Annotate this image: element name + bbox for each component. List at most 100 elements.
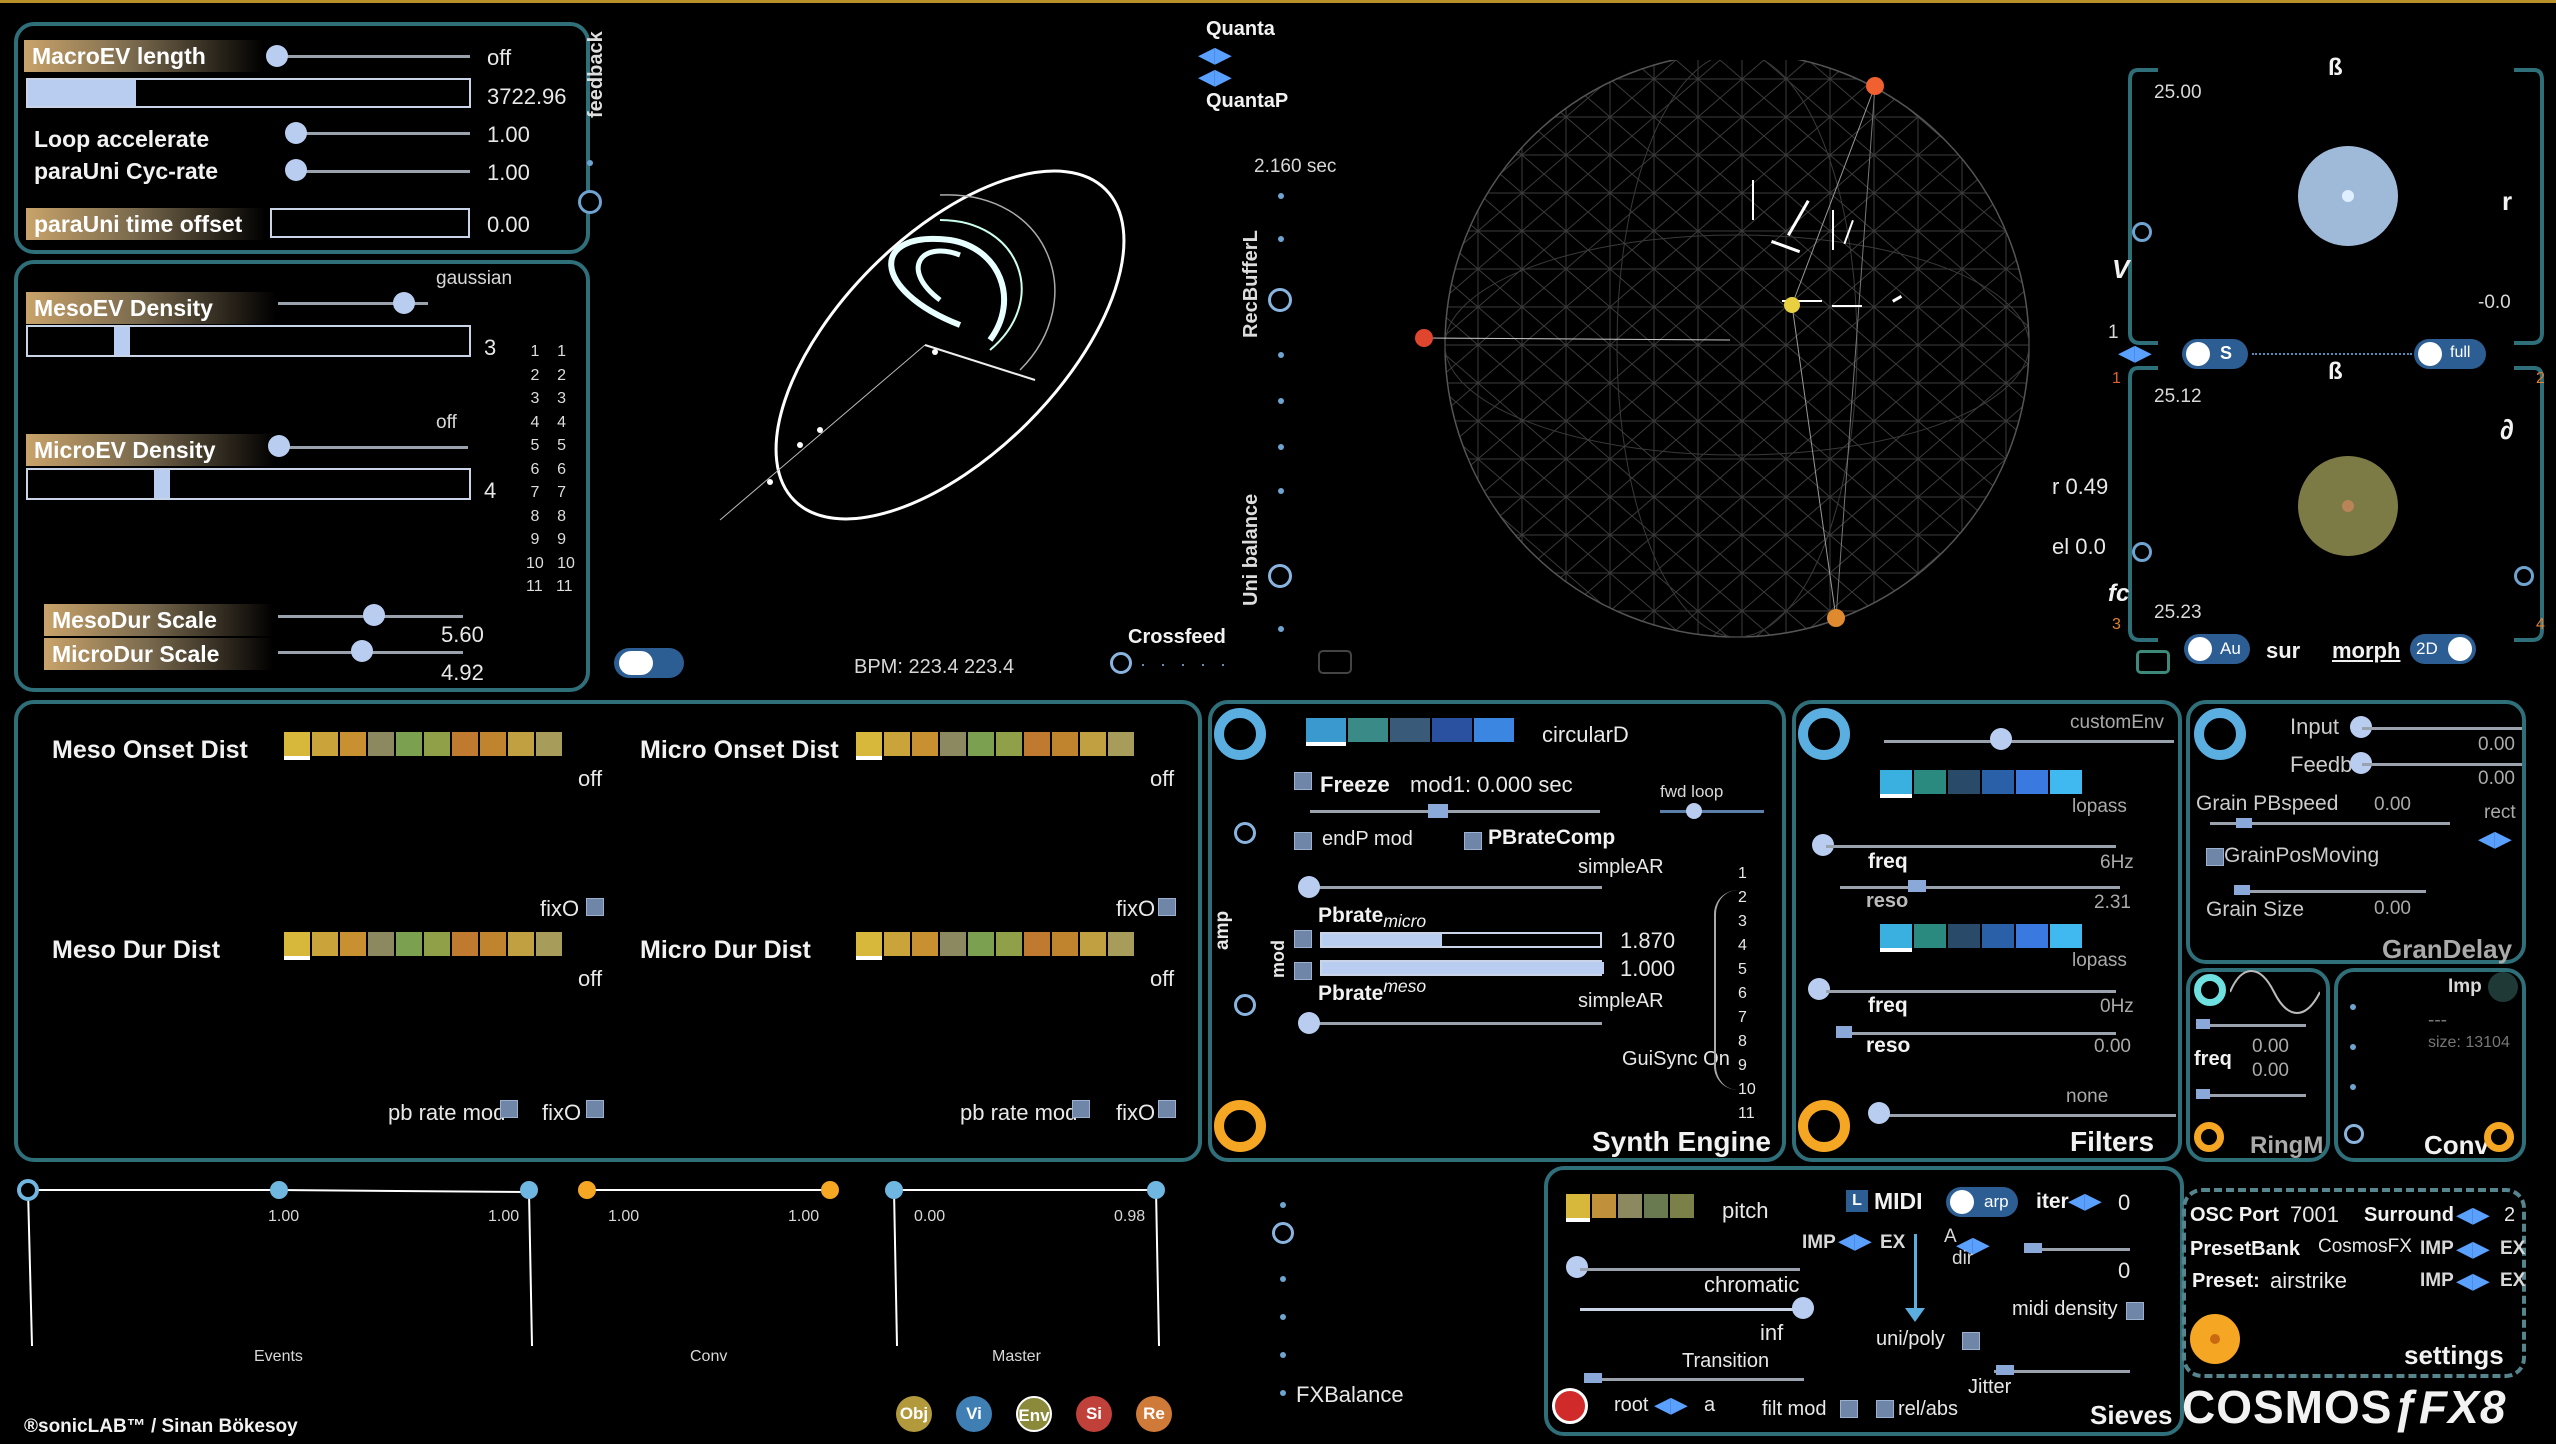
swatch-cell[interactable] (884, 932, 910, 956)
microev-density-track[interactable] (278, 446, 468, 449)
swatch-cell[interactable] (368, 932, 394, 956)
swatch-cell[interactable] (2016, 924, 2048, 948)
swatch-cell[interactable] (1948, 770, 1980, 794)
quantap-arrows[interactable]: ◀▶ (1198, 64, 1232, 90)
vi-button[interactable]: Vi (956, 1396, 992, 1432)
ringm-track-1[interactable] (2196, 1024, 2306, 1027)
env-button[interactable]: Env (1016, 1396, 1052, 1432)
swatch-cell[interactable] (1306, 718, 1346, 746)
meso-fixo-checkbox[interactable] (586, 898, 604, 916)
swatch-cell[interactable] (1052, 732, 1078, 756)
freeze-slider-thumb[interactable] (1428, 804, 1448, 818)
ringm-track-2[interactable] (2196, 1094, 2306, 1097)
swatch-cell[interactable] (1670, 1194, 1694, 1218)
camera-icon[interactable] (1318, 650, 1352, 674)
conv-orange-button[interactable] (2484, 1122, 2514, 1152)
rect-arrows[interactable]: ◀▶ (2478, 826, 2512, 852)
swatch-cell[interactable] (940, 732, 966, 756)
swatch-cell[interactable] (1982, 924, 2014, 948)
endp-checkbox[interactable] (1294, 832, 1312, 850)
pbrate-meso-bar[interactable] (1320, 960, 1604, 976)
xy-right-slider-knob[interactable] (2514, 566, 2534, 586)
crossfeed-knob[interactable] (1110, 652, 1132, 674)
microdur-scale-knob[interactable] (351, 640, 373, 662)
sieve-impex-arrows[interactable]: ◀▶ (1838, 1228, 1872, 1254)
au-toggle[interactable]: Au (2184, 634, 2250, 664)
si-button[interactable]: Si (1076, 1396, 1112, 1432)
swatch-cell[interactable] (452, 932, 478, 956)
swatch-cell[interactable] (1052, 932, 1078, 956)
swatch-cell[interactable] (1914, 924, 1946, 948)
env1-knob[interactable] (1298, 876, 1320, 898)
swatch-cell[interactable] (912, 732, 938, 756)
swatch-cell[interactable] (1024, 732, 1050, 756)
swatch-cell[interactable] (1432, 718, 1472, 742)
swatch-cell[interactable] (2050, 770, 2082, 794)
parauni-cycrate-knob[interactable] (285, 159, 307, 181)
filter-mix-track[interactable] (1876, 1114, 2176, 1117)
env2-track[interactable] (1310, 1022, 1602, 1025)
freeze-slider-track[interactable] (1310, 810, 1600, 813)
swatch-cell[interactable] (2050, 924, 2082, 948)
swatch-cell[interactable] (480, 932, 506, 956)
swatch-cell[interactable] (1108, 732, 1134, 756)
ringm-orange-button[interactable] (2194, 1122, 2224, 1152)
swatch-cell[interactable] (340, 932, 366, 956)
parauni-cycrate-track[interactable] (290, 170, 470, 173)
chromatic-track[interactable] (1580, 1308, 1800, 1311)
swatch-cell[interactable] (1914, 770, 1946, 794)
microev-density-knob[interactable] (268, 435, 290, 457)
envelope-graphs[interactable] (14, 1176, 1184, 1376)
meso-fixo2-checkbox[interactable] (586, 1100, 604, 1118)
microev-density-field[interactable] (26, 468, 471, 500)
filter1-reso-thumb[interactable] (1908, 880, 1926, 892)
swatch-cell[interactable] (1080, 732, 1106, 756)
snapshot-camera-icon[interactable] (2136, 650, 2170, 674)
feedback-knob[interactable] (578, 190, 602, 214)
swatch-cell[interactable] (1108, 932, 1134, 956)
swatch-cell[interactable] (424, 932, 450, 956)
uni-poly-checkbox[interactable] (1962, 1332, 1980, 1350)
swatch-cell[interactable] (312, 732, 338, 756)
settings-orange-button[interactable] (2190, 1314, 2240, 1364)
swatch-cell[interactable] (1474, 718, 1514, 742)
swatch-cell[interactable] (1566, 1194, 1590, 1222)
filter1-track[interactable] (1826, 845, 2116, 848)
swatch-cell[interactable] (2016, 770, 2048, 794)
mesodur-scale-knob[interactable] (363, 604, 385, 626)
macroev-slider-knob[interactable] (266, 45, 288, 67)
midi-l-button[interactable]: L (1846, 1190, 1868, 1212)
customenv-track[interactable] (1884, 740, 2174, 743)
swatch-cell[interactable] (340, 732, 366, 756)
swatch-cell[interactable] (996, 732, 1022, 756)
xy-arrows[interactable]: ◀▶ (2118, 340, 2152, 366)
xy-fc-slider-knob[interactable] (2132, 542, 2152, 562)
ringm-thumb-2[interactable] (2196, 1089, 2210, 1099)
customenv-knob[interactable] (1990, 728, 2012, 750)
record-button[interactable] (1552, 1388, 1588, 1424)
filter2-reso-thumb[interactable] (1836, 1026, 1852, 1038)
dir-thumb[interactable] (2024, 1243, 2042, 1253)
micro-fixo2-checkbox[interactable] (1158, 1100, 1176, 1118)
micro-pbrate-checkbox[interactable] (1072, 1100, 1090, 1118)
freeze-checkbox[interactable] (1294, 772, 1312, 790)
ringm-ring-button[interactable] (2194, 974, 2226, 1006)
swatch-cell[interactable] (284, 932, 310, 960)
grandelay-ring-button[interactable] (2194, 708, 2246, 760)
root-arrows[interactable]: ◀▶ (1654, 1392, 1688, 1418)
meso-pbrate-checkbox[interactable] (500, 1100, 518, 1118)
fwd-loop-knob[interactable] (1686, 803, 1702, 819)
swatch-cell[interactable] (1618, 1194, 1642, 1218)
swatch-cell[interactable] (996, 932, 1022, 956)
swatch-cell[interactable] (884, 732, 910, 756)
fxbalance-knob-top[interactable] (1272, 1222, 1294, 1244)
swatch-cell[interactable] (856, 732, 882, 760)
swatch-cell[interactable] (1024, 932, 1050, 956)
swatch-cell[interactable] (1080, 932, 1106, 956)
presetbank-arrows[interactable]: ◀▶ (2456, 1236, 2490, 1262)
swatch-cell[interactable] (480, 732, 506, 756)
swatch-cell[interactable] (1390, 718, 1430, 742)
mesoev-density-knob[interactable] (393, 292, 415, 314)
twod-toggle[interactable]: 2D (2410, 634, 2476, 664)
jitter-track[interactable] (1994, 1370, 2130, 1373)
